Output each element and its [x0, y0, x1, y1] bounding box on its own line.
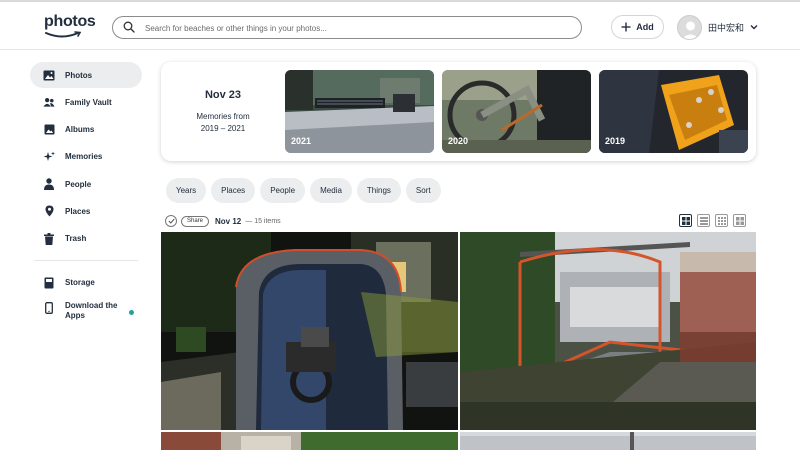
add-button[interactable]: Add [611, 15, 664, 39]
search-bar[interactable] [112, 16, 582, 39]
account-name: 田中宏和 [708, 22, 745, 33]
checkmark-icon [167, 218, 175, 224]
photo-garden-frame [460, 232, 756, 430]
sort-button[interactable]: Sort [405, 178, 441, 203]
memory-year: 2021 [291, 136, 312, 146]
phone-icon [43, 302, 55, 315]
view-medium-grid[interactable] [715, 214, 728, 227]
grid-list-icon [699, 216, 708, 225]
memories-subtitle-line-1: Memories from [196, 112, 250, 121]
filter-bar: Years Places People Media Things Sort [166, 178, 441, 203]
search-icon [123, 21, 135, 33]
sidebar-item-places[interactable]: Places [30, 198, 142, 224]
memory-card-2021[interactable]: 2021 [285, 70, 434, 153]
albums-icon [43, 124, 55, 136]
sidebar-item-family-vault[interactable]: Family Vault [30, 89, 142, 115]
photo-thumbnail[interactable] [460, 432, 756, 450]
search-input[interactable] [145, 20, 565, 36]
filter-places[interactable]: Places [211, 178, 256, 203]
download-apps-label: Download the Apps [65, 301, 117, 321]
sidebar-item-memories[interactable]: Memories [30, 144, 142, 170]
sidebar-item-label: Albums [65, 125, 95, 135]
photo-motorcycle-cover [161, 232, 458, 430]
user-icon [681, 21, 700, 39]
download-apps-line-1: Download the [65, 301, 118, 311]
memory-year: 2019 [605, 136, 626, 146]
day-date: Nov 12 [215, 216, 242, 226]
sidebar-item-label: Family Vault [65, 97, 112, 107]
sidebar-item-albums[interactable]: Albums [30, 117, 142, 143]
filter-people[interactable]: People [260, 178, 306, 203]
sparkle-icon [43, 151, 55, 163]
amazon-photos-logo[interactable]: photos [44, 13, 96, 39]
chevron-down-icon [750, 25, 758, 30]
sidebar-item-download-apps[interactable]: Download the Apps [30, 297, 142, 329]
map-pin-icon [43, 205, 55, 217]
avatar[interactable] [677, 14, 702, 40]
filter-media[interactable]: Media [310, 178, 352, 203]
sidebar-item-photos[interactable]: Photos [30, 62, 142, 88]
download-apps-line-2: Apps [65, 311, 85, 321]
sidebar-item-label: People [65, 179, 92, 189]
logo-text: photos [44, 13, 96, 30]
photo-house-partial [161, 432, 458, 450]
filter-years[interactable]: Years [166, 178, 207, 203]
grid-large-icon [681, 216, 690, 225]
storage-icon [43, 277, 55, 289]
sidebar-item-label: Storage [65, 278, 95, 288]
memory-card-2019[interactable]: 2019 [599, 70, 748, 153]
plus-icon [621, 22, 631, 32]
sidebar: Photos Family Vault Albums Memories Peop… [30, 62, 142, 330]
view-size-toggles [679, 214, 746, 227]
notification-dot [129, 310, 134, 316]
memory-year: 2020 [448, 136, 469, 146]
trash-icon [43, 232, 55, 245]
select-day-checkbox[interactable] [165, 215, 177, 227]
sidebar-item-storage[interactable]: Storage [30, 270, 142, 296]
memory-card-2020[interactable]: 2020 [442, 70, 591, 153]
sidebar-item-label: Memories [65, 152, 103, 162]
amazon-smile-icon [45, 31, 82, 38]
account-menu[interactable]: 田中宏和 [677, 14, 758, 40]
sidebar-item-trash[interactable]: Trash [30, 226, 142, 252]
sidebar-item-label: Trash [65, 234, 87, 244]
day-header: Share Nov 12 — 15 items [165, 214, 281, 228]
sidebar-item-people[interactable]: People [30, 171, 142, 197]
add-button-label: Add [636, 22, 654, 32]
view-large-grid[interactable] [679, 214, 692, 227]
photo-thumbnail[interactable] [161, 432, 458, 450]
people-group-icon [43, 96, 55, 108]
photo-sky-partial [460, 432, 756, 450]
view-small-grid[interactable] [733, 214, 746, 227]
view-list-grid[interactable] [697, 214, 710, 227]
photo-thumbnail[interactable] [460, 232, 756, 430]
grid-small-icon [735, 216, 744, 225]
filter-things[interactable]: Things [356, 178, 401, 203]
sidebar-divider [34, 259, 138, 261]
share-button[interactable]: Share [181, 215, 210, 227]
grid-medium-icon [717, 216, 726, 225]
sidebar-item-label: Places [65, 206, 91, 216]
photos-icon [43, 69, 55, 81]
top-bar: photos Add 田中宏和 [0, 0, 800, 50]
memories-subtitle: Memories from 2019 – 2021 [161, 111, 285, 135]
person-icon [43, 178, 55, 191]
memories-subtitle-line-2: 2019 – 2021 [200, 124, 246, 133]
memories-date: Nov 23 [204, 89, 242, 101]
photo-thumbnail[interactable] [161, 232, 458, 430]
sidebar-item-label: Photos [65, 70, 93, 80]
day-item-count: — 15 items [245, 217, 281, 225]
memories-panel: Nov 23 Memories from 2019 – 2021 2021 20… [161, 62, 756, 161]
